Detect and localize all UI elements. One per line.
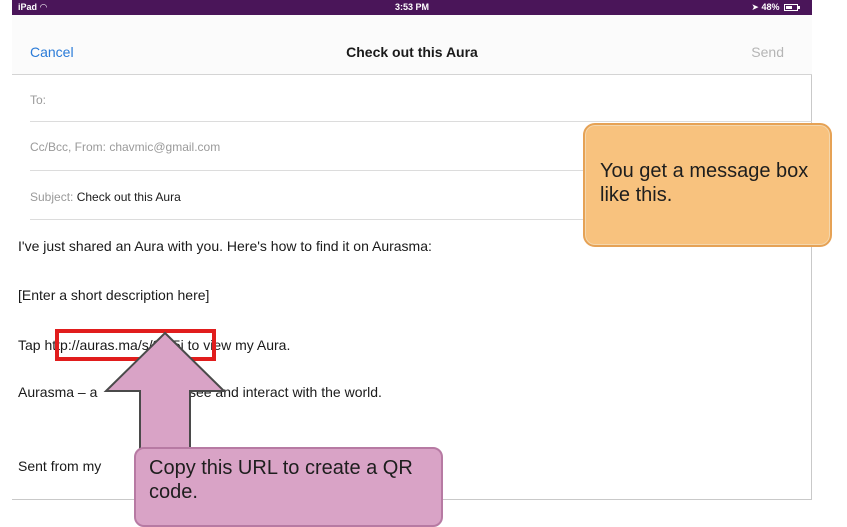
status-time: 3:53 PM	[394, 2, 429, 12]
to-field[interactable]: To:	[30, 76, 812, 122]
message-aurasma-line[interactable]: Aurasma – a to see and interact with the …	[18, 384, 382, 400]
copy-url-callout: Copy this URL to create a QR code.	[134, 447, 443, 527]
sent-from-signature[interactable]: Sent from my	[18, 458, 101, 474]
compose-title: Check out this Aura	[346, 44, 478, 60]
to-label: To:	[30, 93, 47, 107]
subject-value: Check out this Aura	[76, 190, 181, 204]
message-box-callout: You get a message box like this.	[583, 123, 832, 247]
message-intro-line[interactable]: I've just shared an Aura with you. Here'…	[18, 238, 432, 254]
aurasma-prefix-text: Aurasma – a	[18, 384, 98, 400]
compose-nav-bar: Cancel Check out this Aura Send	[12, 15, 812, 75]
send-button[interactable]: Send	[751, 44, 784, 60]
battery-icon	[784, 4, 800, 11]
subject-label: Subject:	[30, 190, 74, 204]
url-highlight-box	[55, 329, 216, 361]
battery-percent: 48%	[761, 2, 780, 12]
battery-indicator: ➤ 48%	[751, 2, 800, 13]
message-description-line[interactable]: [Enter a short description here]	[18, 287, 209, 303]
status-bar: iPad ◠ 3:53 PM ➤ 48%	[12, 0, 812, 15]
location-arrow-icon: ➤	[751, 2, 759, 12]
cc-bcc-from-label: Cc/Bcc, From: chavmic@gmail.com	[30, 140, 221, 154]
aurasma-suffix-text: to see and interact with the world.	[173, 384, 382, 400]
tap-prefix-text: Tap	[18, 337, 45, 353]
